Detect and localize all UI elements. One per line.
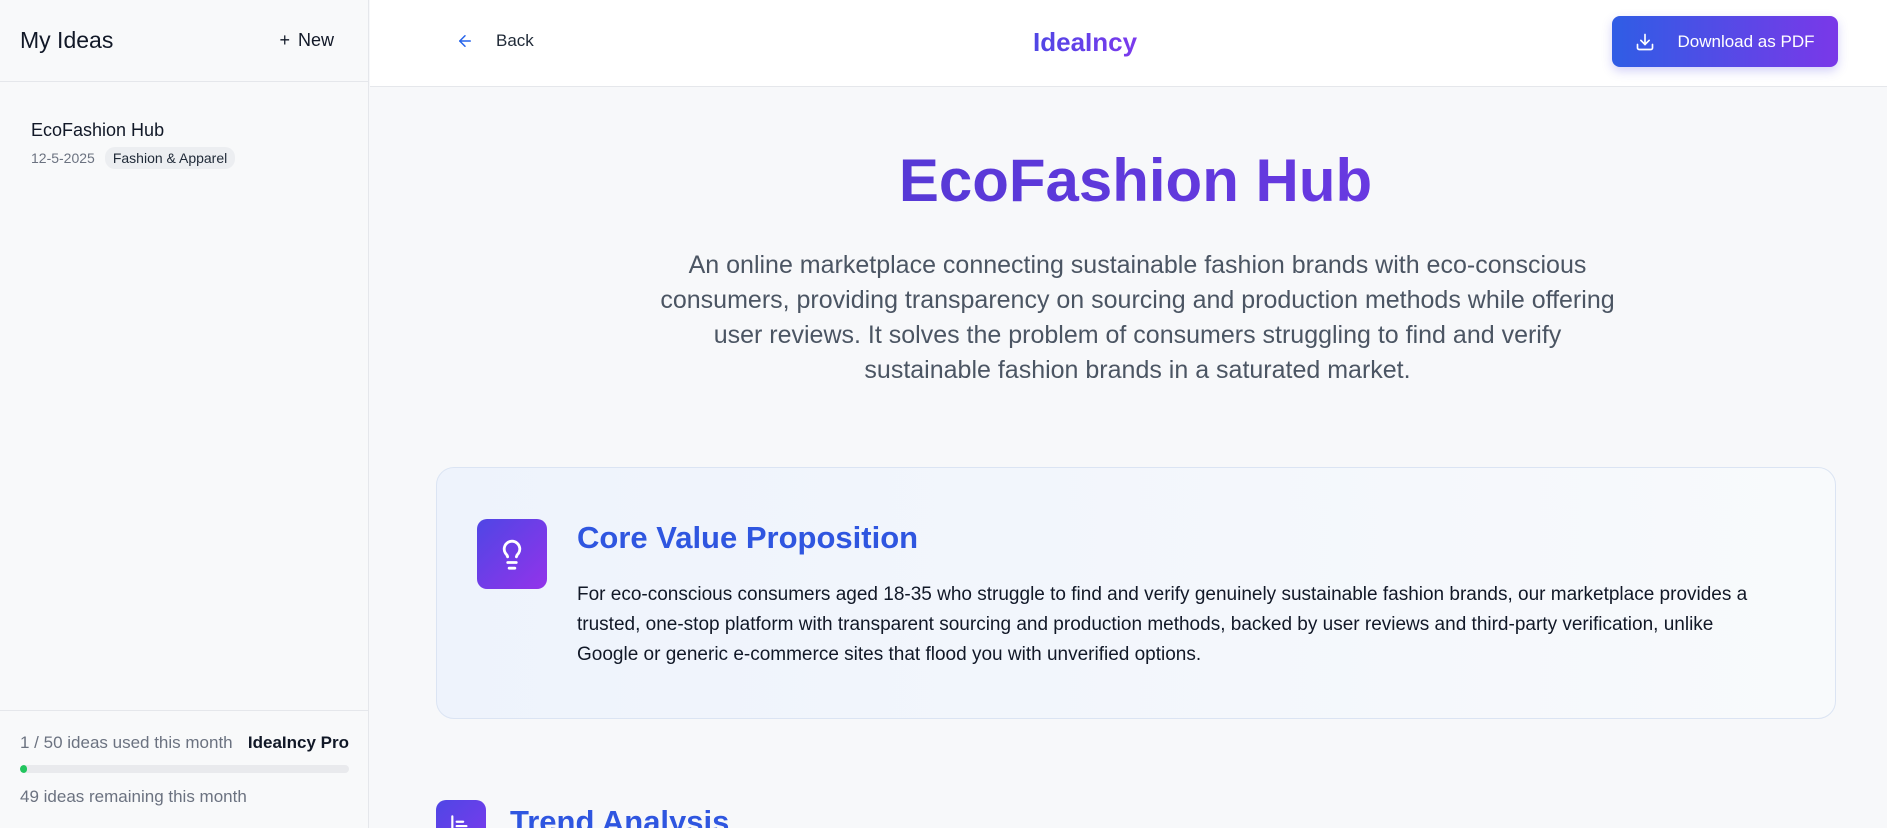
download-icon [1637, 33, 1654, 50]
core-value-card: Core Value Proposition For eco-conscious… [436, 467, 1836, 719]
lightbulb-icon [477, 519, 547, 589]
idea-name: EcoFashion Hub [31, 120, 165, 140]
section-title: Core Value Proposition [577, 520, 919, 555]
trend-analysis-section: Trend Analysis [436, 800, 729, 828]
idea-list-item[interactable]: EcoFashion Hub 12-5-2025 Fashion & Appar… [0, 120, 368, 169]
idea-meta: 12-5-2025 Fashion & Apparel [31, 147, 337, 169]
idea-description: An online marketplace connecting sustain… [660, 251, 1615, 384]
download-pdf-label: Download as PDF [1677, 31, 1815, 51]
remaining-count: 49 ideas remaining this month [20, 787, 247, 806]
plus-icon: + [279, 30, 290, 50]
usage-progress-fill [20, 765, 27, 773]
usage-panel: 1 / 50 ideas used this month IdeaIncy Pr… [0, 710, 369, 828]
section-body: For eco-conscious consumers aged 18-35 w… [577, 584, 1748, 665]
usage-row: 1 / 50 ideas used this month IdeaIncy Pr… [20, 733, 349, 753]
top-bar: Back IdeaIncy Download as PDF [370, 0, 1887, 87]
sidebar: My Ideas + New EcoFashion Hub 12-5-2025 … [0, 0, 369, 828]
usage-progress-bar [20, 765, 349, 773]
download-pdf-button[interactable]: Download as PDF [1612, 16, 1838, 67]
idea-date: 12-5-2025 [31, 150, 95, 166]
idea-detail: EcoFashion Hub An online marketplace con… [370, 88, 1887, 828]
new-idea-label: New [297, 30, 334, 50]
idea-category-badge: Fashion & Apparel [104, 147, 236, 169]
sidebar-title: My Ideas [20, 27, 114, 53]
arrow-left-icon [459, 35, 471, 47]
chart-bars-icon [436, 800, 486, 828]
usage-count: 1 / 50 ideas used this month [20, 733, 233, 752]
brand-logo: IdeaIncy [1033, 27, 1138, 57]
sidebar-header: My Ideas + New [0, 0, 368, 82]
new-idea-button[interactable]: + New [279, 30, 334, 51]
plan-name: IdeaIncy Pro [247, 733, 349, 752]
idea-title: EcoFashion Hub [370, 146, 1887, 215]
section-title: Trend Analysis [510, 804, 730, 828]
back-button[interactable]: Back [456, 31, 534, 51]
back-label: Back [496, 31, 534, 50]
